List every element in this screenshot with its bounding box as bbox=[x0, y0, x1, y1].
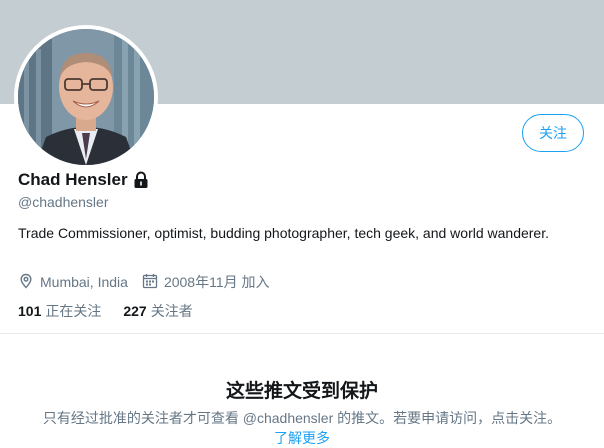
following-label: 正在关注 bbox=[45, 303, 102, 319]
location-icon bbox=[18, 273, 40, 292]
avatar[interactable] bbox=[14, 25, 158, 169]
profile-handle: @chadhensler bbox=[18, 194, 109, 210]
protected-description: 只有经过批准的关注者才可查看 @chadhensler 的推文。若要申请访问，点… bbox=[42, 410, 562, 426]
following-count: 101 bbox=[18, 303, 42, 319]
profile-bio: Trade Commissioner, optimist, budding ph… bbox=[18, 225, 550, 241]
joined-text: 2008年11月 加入 bbox=[163, 274, 270, 290]
followers-label: 关注者 bbox=[150, 303, 193, 319]
calendar-icon bbox=[142, 273, 164, 292]
location-item: Mumbai, India bbox=[18, 273, 128, 292]
location-text: Mumbai, India bbox=[40, 274, 128, 290]
followers-stat[interactable]: 227 关注者 bbox=[123, 301, 192, 321]
profile-meta: Mumbai, India 2008年11月 加入 bbox=[18, 272, 270, 292]
followers-count: 227 bbox=[123, 303, 147, 319]
protected-title: 这些推文受到保护 bbox=[225, 381, 378, 402]
joined-item: 2008年11月 加入 bbox=[142, 272, 270, 292]
lock-icon bbox=[132, 171, 150, 189]
section-divider bbox=[0, 333, 604, 334]
following-stat[interactable]: 101 正在关注 bbox=[18, 301, 101, 321]
learn-more-link[interactable]: 了解更多 bbox=[0, 428, 604, 448]
profile-name-row: Chad Hensler bbox=[18, 170, 150, 190]
display-name[interactable]: Chad Hensler bbox=[18, 170, 128, 190]
profile-stats: 101 正在关注 227 关注者 bbox=[18, 301, 193, 321]
follow-button[interactable]: 关注 bbox=[522, 114, 584, 152]
